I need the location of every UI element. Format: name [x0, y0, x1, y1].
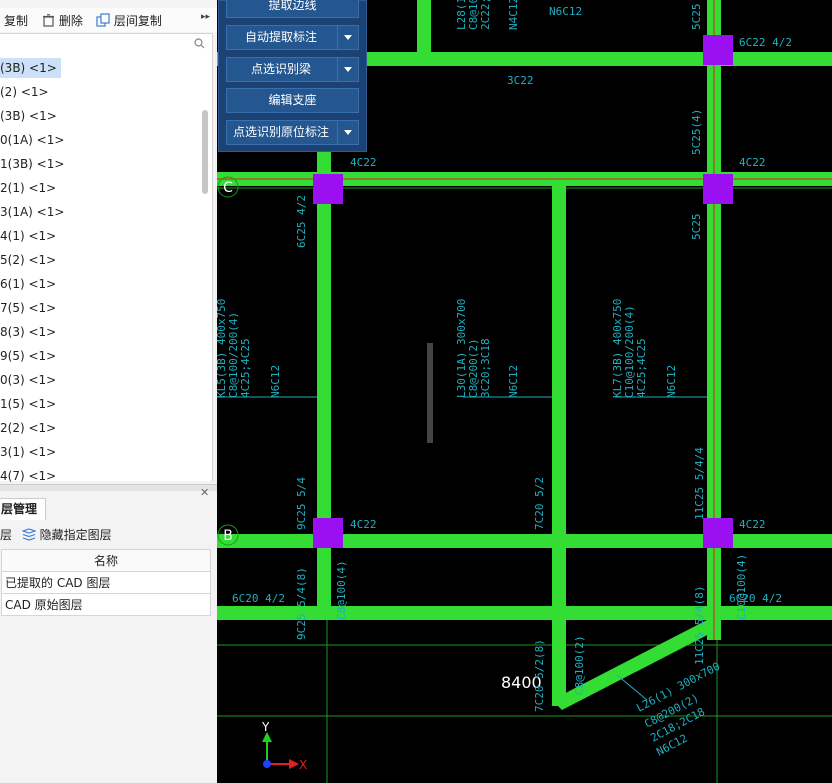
list-item[interactable]: 8(3) <1>: [0, 322, 56, 342]
axis-label-b: B: [223, 528, 233, 544]
auto-extract-label-button[interactable]: 自动提取标注: [226, 25, 359, 50]
close-icon[interactable]: ✕: [200, 486, 209, 499]
layer-toolbar: 层 隐藏指定图层: [0, 526, 112, 543]
copy-button[interactable]: 复制: [4, 12, 28, 29]
layer-button[interactable]: 层: [0, 528, 12, 542]
table-header: 名称: [1, 549, 211, 572]
list-item[interactable]: 2(1) <1>: [0, 178, 56, 198]
beam-annotation: 11C25 5/4(8): [693, 586, 706, 665]
beam-annotation: 5C25: [690, 4, 703, 31]
floor-copy-button[interactable]: 层间复制: [96, 12, 162, 29]
panel-resize-handle[interactable]: [427, 343, 433, 443]
beam-annotation: N6C12: [665, 365, 678, 398]
beam-annotation: 6C20 4/2: [232, 592, 285, 605]
beam-annotation: 6C22 4/2: [739, 36, 792, 49]
beam-annotation: N6C12: [507, 365, 520, 398]
list-item[interactable]: 2(2) <1>: [0, 418, 56, 438]
beam-annotation: 4C22: [350, 518, 377, 531]
list-toolbar: 复制 删除 层间复制 ▸▸: [0, 8, 217, 32]
table-row[interactable]: CAD 原始图层: [1, 593, 211, 616]
beam-annotation: C8@100(2): [573, 635, 586, 695]
pick-identify-beam-button[interactable]: 点选识别梁: [226, 57, 359, 82]
edit-support-button[interactable]: 编辑支座: [226, 88, 359, 113]
beam-annotation: 4C25;4C25: [239, 338, 252, 398]
list-item[interactable]: 0(3) <1>: [0, 370, 56, 390]
recognition-menu: 提取边线 自动提取标注 点选识别梁 编辑支座 点选识别原位标注: [218, 0, 367, 152]
list-scrollbar[interactable]: [202, 110, 208, 194]
chevron-down-icon[interactable]: [337, 121, 358, 144]
layer-table: 名称 已提取的 CAD 图层 CAD 原始图层: [1, 549, 211, 616]
beam-annotation: 5C25: [690, 214, 703, 241]
list-item[interactable]: 7(5) <1>: [0, 298, 56, 318]
ucs-y-label: Y: [261, 720, 270, 734]
beam-annotation: N6C12: [549, 5, 582, 18]
ucs-icon: Y X: [261, 720, 307, 772]
beam-annotation: 6C25 4/2: [295, 195, 308, 248]
more-toolbar-button[interactable]: ▸▸: [201, 12, 210, 22]
beam-annotation: 4C25;4C25: [635, 338, 648, 398]
beam-annotation: 4C22: [739, 518, 766, 531]
search-icon: [194, 38, 205, 49]
list-item[interactable]: 3(1) <1>: [0, 442, 56, 462]
list-item[interactable]: 4(7) <1>: [0, 466, 56, 486]
list-item[interactable]: 1(3B) <1>: [0, 154, 64, 174]
beam-annotation: 7C20 5/2(8): [533, 639, 546, 712]
beam-annotation: N6C12: [269, 365, 282, 398]
list-item[interactable]: (3B) <1>: [0, 58, 61, 78]
list-item[interactable]: 0(1A) <1>: [0, 130, 64, 150]
extract-edge-button[interactable]: 提取边线: [226, 0, 359, 18]
search-input[interactable]: [0, 33, 213, 55]
leader-lines: [217, 396, 707, 701]
list-item[interactable]: 3(1A) <1>: [0, 202, 64, 222]
beam-annotation: N4C12: [507, 0, 520, 30]
beam-annotation: C8@100(4): [335, 560, 348, 620]
beam-annotation: 11C25 5/4/4: [693, 447, 706, 520]
beam-annotation: 9C25 5/4: [295, 477, 308, 530]
beam-annotation: 5C25(4): [690, 109, 703, 155]
beam-annotation: 3C22: [507, 74, 534, 87]
left-panel: 复制 删除 层间复制 ▸▸ (3B) <1> (2) <1> (3B) <1> 0(1…: [0, 0, 218, 783]
hide-layers-button[interactable]: 隐藏指定图层: [21, 528, 112, 542]
beam-list: (3B) <1> (2) <1> (3B) <1> 0(1A) <1> 1(3B) <1…: [0, 54, 213, 483]
copy-icon: [96, 13, 110, 27]
panel-splitter[interactable]: [0, 484, 217, 491]
chevron-down-icon[interactable]: [337, 58, 358, 81]
list-item[interactable]: (3B) <1>: [0, 106, 57, 126]
list-item[interactable]: (2) <1>: [0, 82, 49, 102]
beam-annotation: 3C20;3C18: [479, 338, 492, 398]
beam-annotation: 2C22;: [479, 0, 492, 30]
ucs-x-label: X: [299, 758, 307, 772]
layer-panel-title: 层管理: [0, 498, 46, 520]
delete-button[interactable]: 删除: [42, 12, 83, 29]
trash-icon: [43, 14, 54, 27]
beam-annotation: 7C20 5/2: [533, 477, 546, 530]
axis-label-c: C: [223, 180, 233, 196]
beam-annotation: 9C25 5/4(8): [295, 567, 308, 640]
list-item[interactable]: 9(5) <1>: [0, 346, 56, 366]
layers-icon: [21, 528, 36, 541]
chevron-down-icon[interactable]: [337, 26, 358, 49]
columns[interactable]: [313, 35, 733, 548]
list-item[interactable]: 5(2) <1>: [0, 250, 56, 270]
list-item[interactable]: 1(5) <1>: [0, 394, 56, 414]
beam-annotation: 4C22: [739, 156, 766, 169]
list-item[interactable]: 6(1) <1>: [0, 274, 56, 294]
list-item[interactable]: 4(1) <1>: [0, 226, 56, 246]
pick-identify-inplace-label-button[interactable]: 点选识别原位标注: [226, 120, 359, 145]
table-row[interactable]: 已提取的 CAD 图层: [1, 571, 211, 594]
beam-annotation: C10@100(4): [735, 554, 748, 620]
beam-annotation: 4C22: [350, 156, 377, 169]
